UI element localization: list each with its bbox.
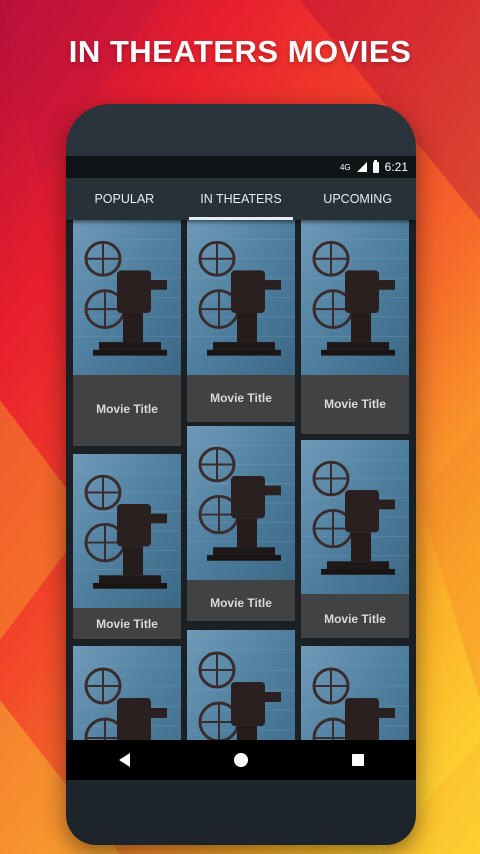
movie-card[interactable]: Movie Title xyxy=(301,440,409,638)
movie-poster-image xyxy=(73,454,181,608)
tab-in-theaters[interactable]: IN THEATERS xyxy=(183,178,300,220)
movie-card[interactable]: Movie Title xyxy=(301,220,409,434)
movie-poster-image xyxy=(187,220,295,375)
movie-poster-image xyxy=(73,220,181,375)
app-screen: 4G 6:21 POPULAR IN THEATERS UPCOMING Mov… xyxy=(66,156,416,780)
back-triangle-icon xyxy=(118,753,130,767)
recents-button[interactable] xyxy=(338,740,378,780)
recents-square-icon xyxy=(351,754,364,766)
movie-title: Movie Title xyxy=(324,612,386,626)
battery-icon xyxy=(372,159,379,173)
tab-upcoming[interactable]: UPCOMING xyxy=(299,178,416,220)
tab-bar: POPULAR IN THEATERS UPCOMING xyxy=(66,178,416,220)
movie-title: Movie Title xyxy=(210,391,272,405)
tab-popular[interactable]: POPULAR xyxy=(66,178,183,220)
movie-card[interactable]: Movie Title xyxy=(73,454,181,639)
clock: 6:21 xyxy=(384,160,408,174)
movie-title: Movie Title xyxy=(96,617,158,631)
home-circle-icon xyxy=(233,753,248,767)
home-button[interactable] xyxy=(221,740,261,780)
page-banner-title: IN THEATERS MOVIES xyxy=(68,34,412,69)
signal-icon xyxy=(356,162,367,172)
movie-card[interactable]: Movie Title xyxy=(187,426,295,621)
movie-card[interactable]: Movie Title xyxy=(73,220,181,446)
movie-title: Movie Title xyxy=(324,397,386,411)
movie-poster-image xyxy=(301,440,409,594)
network-type-label: 4G xyxy=(339,162,351,172)
status-bar: 4G 6:21 xyxy=(66,156,416,178)
movie-grid: Movie Title Movie Title Movie Title Movi… xyxy=(66,220,416,780)
back-button[interactable] xyxy=(104,740,144,780)
system-nav-bar xyxy=(66,740,416,780)
movie-poster-image xyxy=(187,426,295,580)
movie-poster-image xyxy=(301,220,409,375)
movie-title: Movie Title xyxy=(96,402,158,416)
movie-card[interactable]: Movie Title xyxy=(187,220,295,422)
movie-title: Movie Title xyxy=(210,596,272,610)
